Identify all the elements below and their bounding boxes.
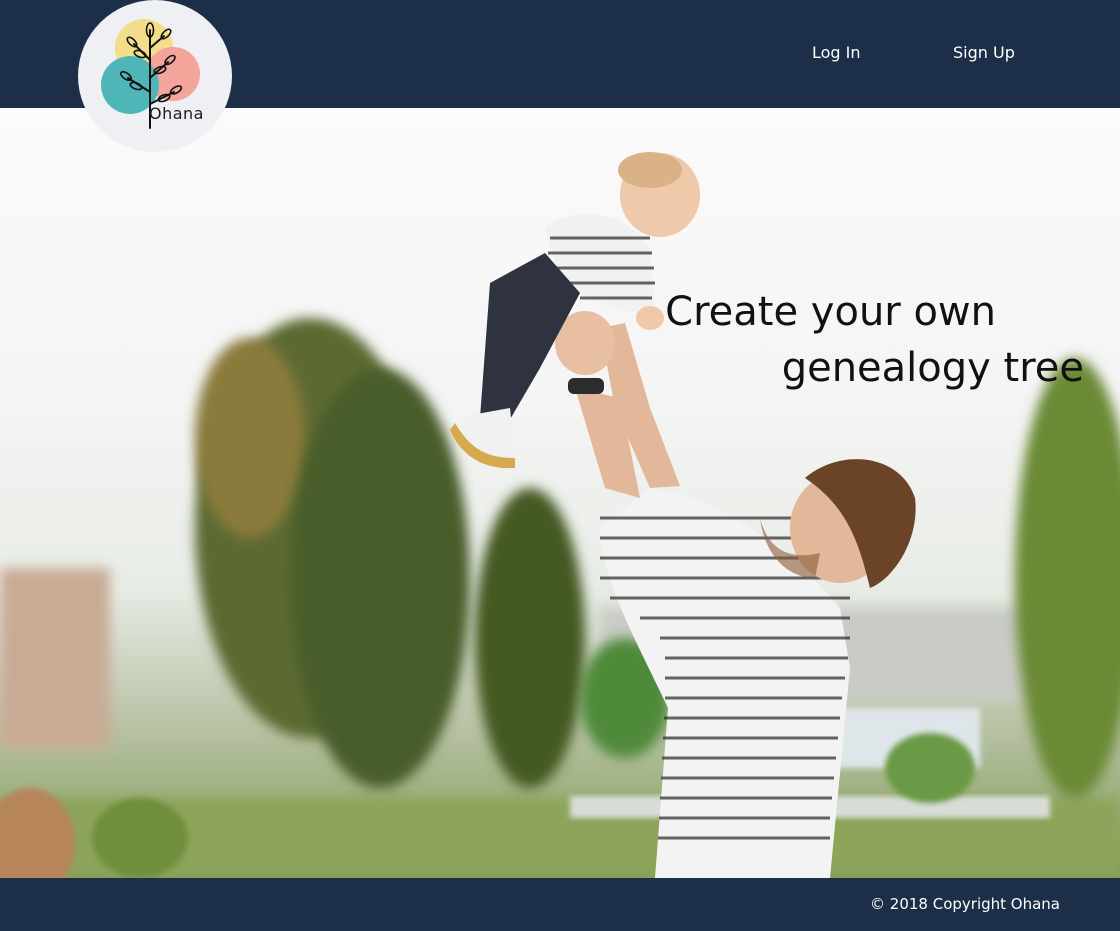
headline-line-2: genealogy tree (781, 345, 1084, 391)
hero-photo (0, 152, 1120, 878)
login-link[interactable]: Log In (812, 43, 861, 62)
hero-headline: Create your own genealogy tree (665, 284, 1084, 396)
tree-logo-icon (101, 19, 200, 129)
brand-logo[interactable]: Ohana (78, 0, 232, 152)
signup-link[interactable]: Sign Up (953, 43, 1015, 62)
site-footer: © 2018 Copyright Ohana (0, 878, 1120, 931)
hero-section: Create your own genealogy tree (0, 108, 1120, 878)
copyright-text: © 2018 Copyright Ohana (870, 895, 1060, 913)
brand-name: Ohana (149, 104, 204, 123)
site-header: Ohana Log In Sign Up (0, 0, 1120, 152)
headline-line-1: Create your own (665, 289, 996, 335)
